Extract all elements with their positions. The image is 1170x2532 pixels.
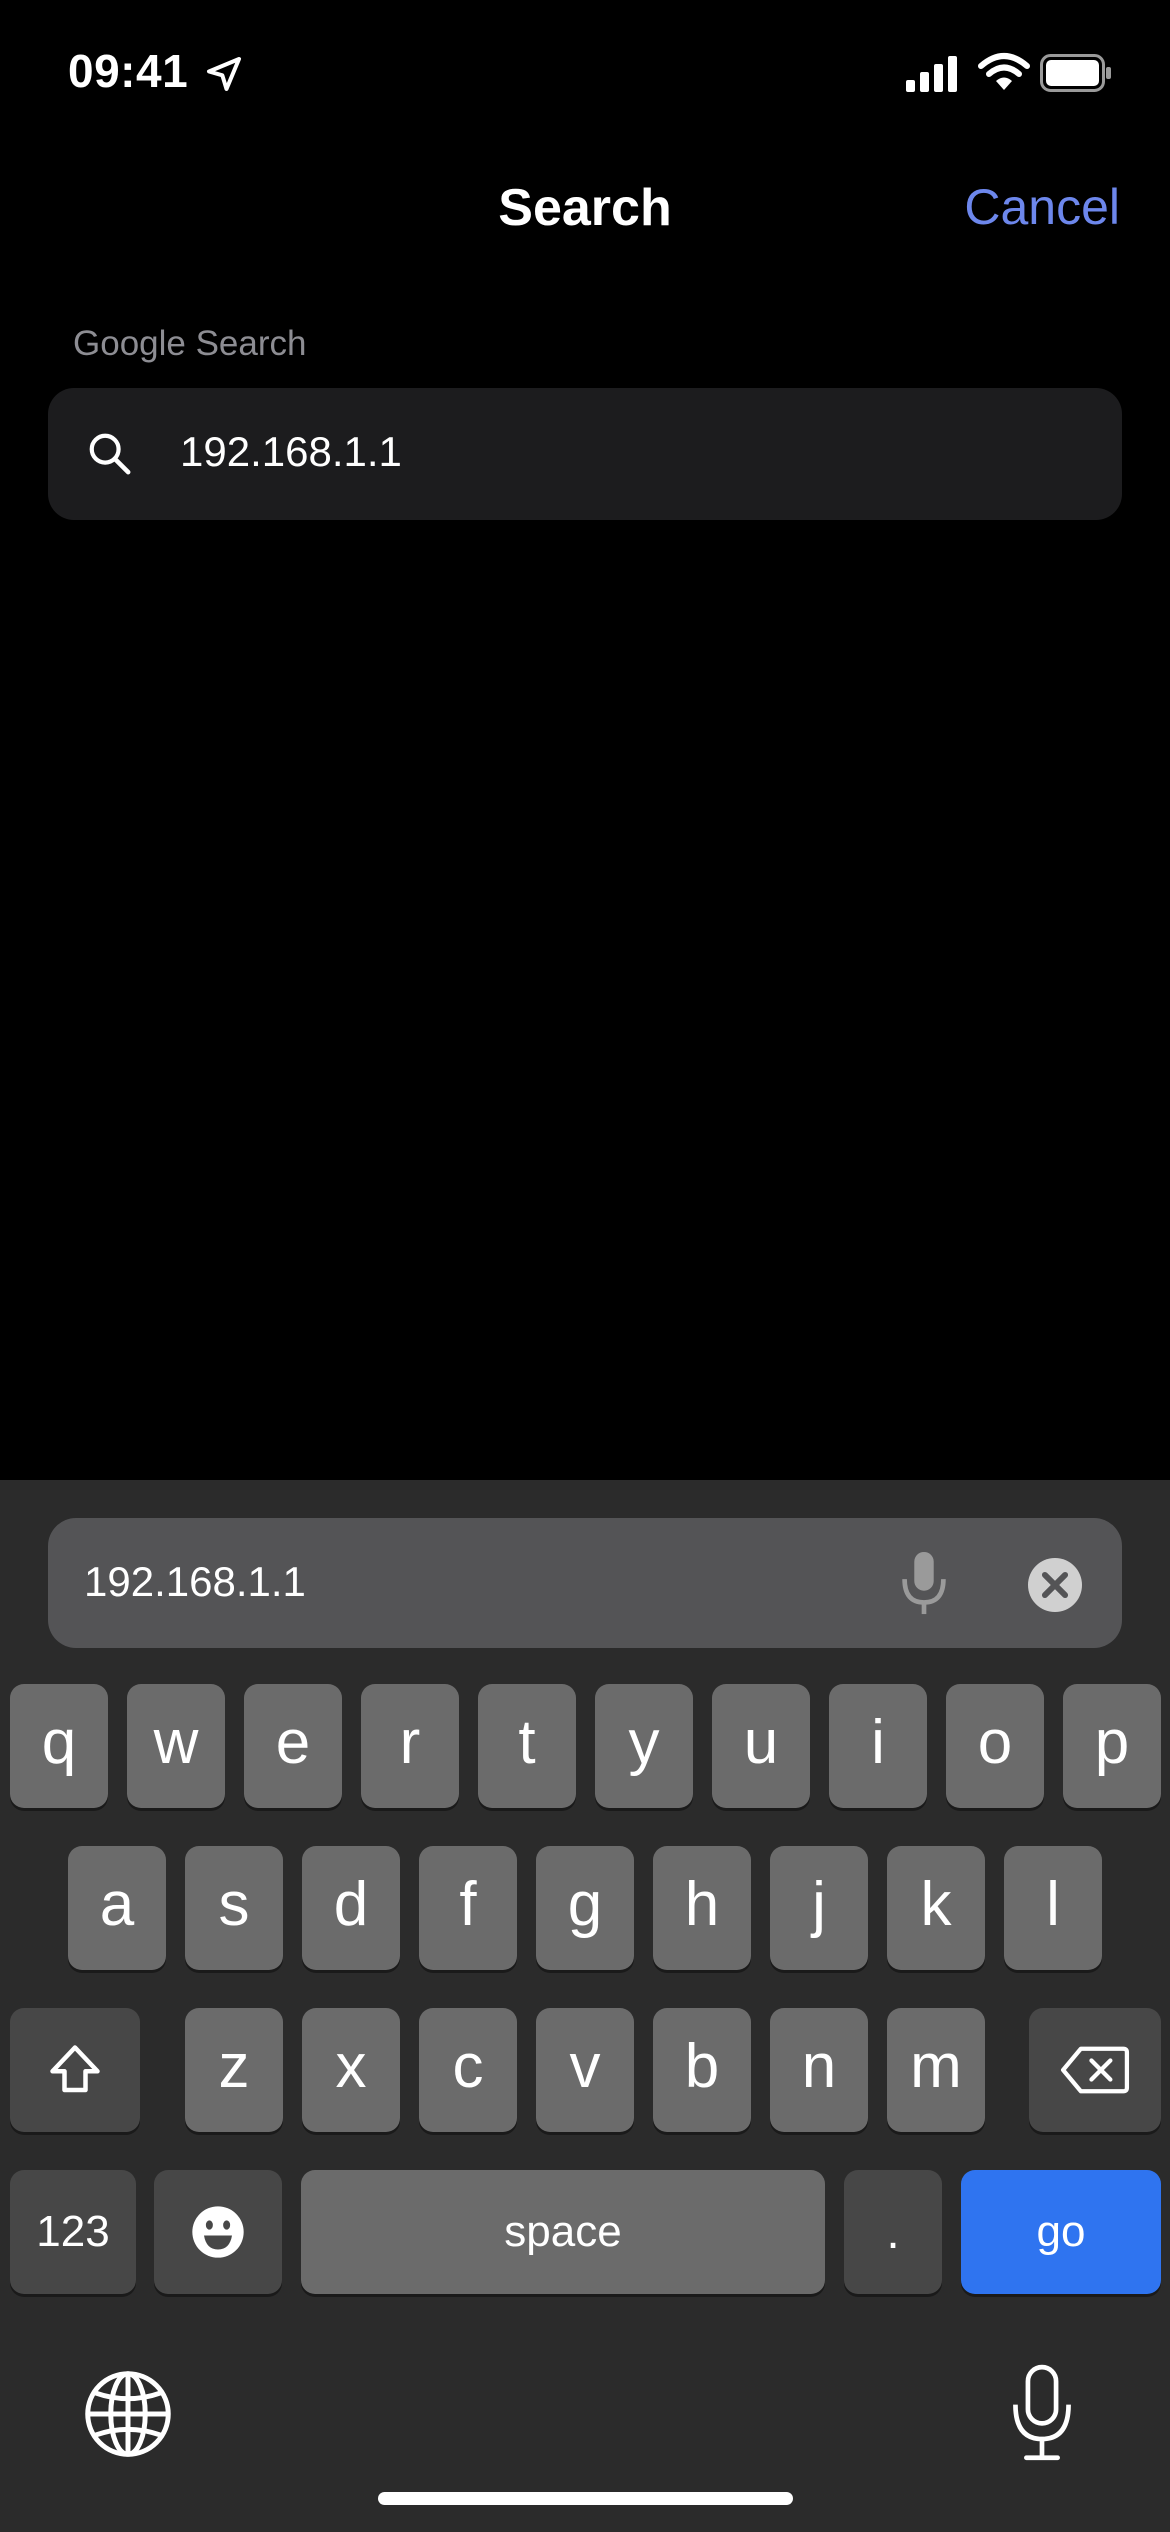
location-arrow-icon: [207, 57, 241, 91]
key-x[interactable]: x: [302, 2008, 400, 2132]
status-time: 09:41: [68, 45, 189, 97]
globe-icon[interactable]: [82, 2368, 174, 2460]
key-k[interactable]: k: [887, 1846, 985, 1970]
key-i[interactable]: i: [829, 1684, 927, 1808]
go-key[interactable]: go: [961, 2170, 1161, 2294]
key-s[interactable]: s: [185, 1846, 283, 1970]
key-v[interactable]: v: [536, 2008, 634, 2132]
search-icon: [89, 433, 131, 475]
shift-key[interactable]: [10, 2008, 140, 2132]
emoji-icon: [192, 2206, 244, 2258]
key-z[interactable]: z: [185, 2008, 283, 2132]
key-b[interactable]: b: [653, 2008, 751, 2132]
keyboard-search-input-text: 192.168.1.1: [84, 1558, 306, 1605]
wifi-icon: [978, 53, 1030, 90]
backspace-key[interactable]: [1029, 2008, 1161, 2132]
key-r[interactable]: r: [361, 1684, 459, 1808]
key-l[interactable]: l: [1004, 1846, 1102, 1970]
key-p[interactable]: p: [1063, 1684, 1161, 1808]
battery-icon: [1040, 54, 1111, 92]
key-j[interactable]: j: [770, 1846, 868, 1970]
key-a[interactable]: a: [68, 1846, 166, 1970]
key-y[interactable]: y: [595, 1684, 693, 1808]
shift-icon: [50, 2045, 100, 2093]
search-result-text: 192.168.1.1: [180, 428, 402, 475]
clear-icon[interactable]: [1028, 1558, 1082, 1612]
period-key[interactable]: .: [844, 2170, 942, 2294]
key-f[interactable]: f: [419, 1846, 517, 1970]
microphone-icon[interactable]: [896, 1550, 952, 1616]
key-m[interactable]: m: [887, 2008, 985, 2132]
dictation-microphone-icon[interactable]: [1010, 2364, 1074, 2464]
space-key[interactable]: space: [301, 2170, 825, 2294]
section-label: Google Search: [73, 324, 307, 363]
key-d[interactable]: d: [302, 1846, 400, 1970]
key-h[interactable]: h: [653, 1846, 751, 1970]
key-u[interactable]: u: [712, 1684, 810, 1808]
key-q[interactable]: q: [10, 1684, 108, 1808]
cancel-button[interactable]: Cancel: [964, 178, 1120, 236]
key-g[interactable]: g: [536, 1846, 634, 1970]
key-w[interactable]: w: [127, 1684, 225, 1808]
numbers-key[interactable]: 123: [10, 2170, 136, 2294]
home-indicator[interactable]: [378, 2492, 793, 2505]
emoji-key[interactable]: [154, 2170, 282, 2294]
backspace-icon: [1060, 2046, 1130, 2094]
key-e[interactable]: e: [244, 1684, 342, 1808]
key-o[interactable]: o: [946, 1684, 1044, 1808]
key-c[interactable]: c: [419, 2008, 517, 2132]
key-n[interactable]: n: [770, 2008, 868, 2132]
cellular-signal-icon: [906, 56, 957, 92]
key-t[interactable]: t: [478, 1684, 576, 1808]
